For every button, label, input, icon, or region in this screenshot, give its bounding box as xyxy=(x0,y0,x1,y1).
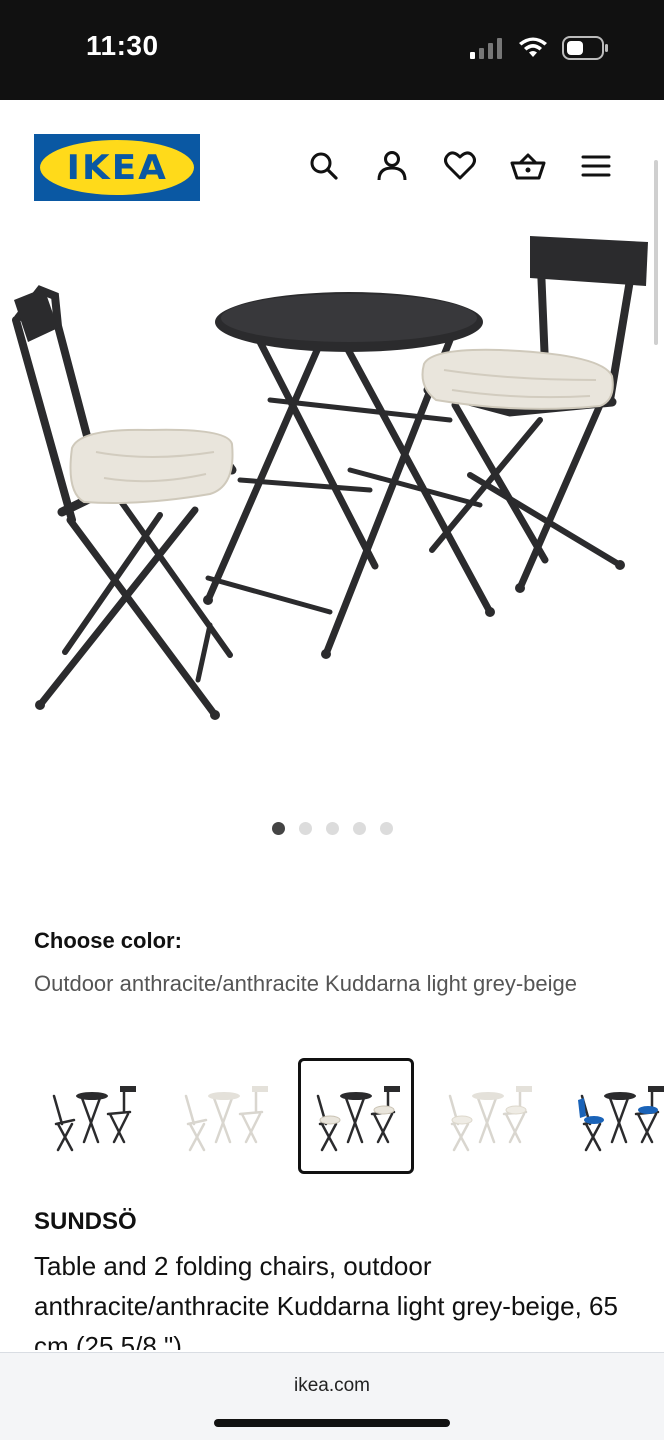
selected-color-value: Outdoor anthracite/anthracite Kuddarna l… xyxy=(34,971,578,996)
carousel-dot[interactable] xyxy=(325,822,339,835)
color-swatch-anthracite-grey-beige[interactable] xyxy=(298,1058,414,1174)
site-header: IKEA xyxy=(0,100,664,230)
heart-icon[interactable] xyxy=(442,148,478,184)
product-description: Table and 2 folding chairs, outdoor anth… xyxy=(34,1251,618,1350)
wifi-icon xyxy=(518,37,548,64)
color-swatch-anthracite-blue[interactable] xyxy=(562,1058,664,1174)
carousel-dot[interactable] xyxy=(352,822,366,835)
carousel-dot-active[interactable] xyxy=(271,822,285,835)
color-swatch-anthracite[interactable] xyxy=(34,1058,150,1174)
color-swatch-white[interactable] xyxy=(166,1058,282,1174)
status-bar: 11:30 xyxy=(0,0,664,100)
status-icons xyxy=(470,36,608,65)
logo-oval: IKEA xyxy=(40,140,194,195)
browser-url[interactable]: ikea.com xyxy=(0,1375,664,1397)
account-icon[interactable] xyxy=(374,148,410,184)
ikea-logo[interactable]: IKEA xyxy=(34,134,200,201)
browser-bottom-bar: ikea.com xyxy=(0,1352,664,1440)
seat-cushion xyxy=(421,348,614,410)
logo-text: IKEA xyxy=(66,147,168,188)
product-name: SUNDSÖ xyxy=(34,1208,137,1235)
color-swatch-white-cushions[interactable] xyxy=(430,1058,546,1174)
product-image[interactable] xyxy=(0,230,664,790)
seat-cushion xyxy=(69,428,234,504)
menu-icon[interactable] xyxy=(578,148,614,184)
header-nav xyxy=(306,148,614,184)
status-time: 11:30 xyxy=(86,30,159,61)
cellular-signal-icon xyxy=(470,37,504,64)
carousel-indicator xyxy=(0,822,664,835)
shopping-basket-icon[interactable] xyxy=(510,148,546,184)
search-icon[interactable] xyxy=(306,148,342,184)
carousel-dot[interactable] xyxy=(298,822,312,835)
color-label: Choose color: xyxy=(34,928,182,953)
carousel-dot[interactable] xyxy=(379,822,393,835)
color-swatches xyxy=(34,1058,664,1176)
home-indicator xyxy=(214,1419,450,1427)
battery-icon xyxy=(562,36,608,65)
